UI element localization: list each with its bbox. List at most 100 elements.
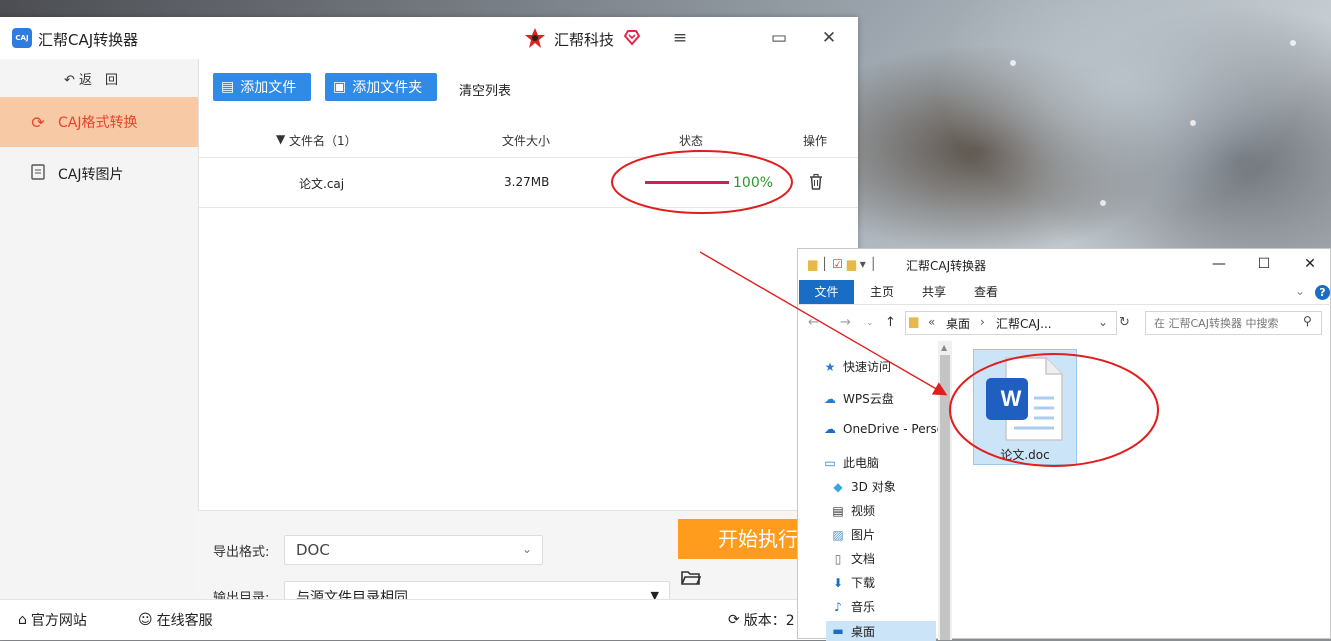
nav-item-label: 3D 对象: [851, 480, 896, 494]
up-arrow-icon[interactable]: ↑: [885, 315, 896, 330]
nav-item-onedrive[interactable]: ☁ OneDrive - Perso: [822, 422, 944, 436]
file-item-doc[interactable]: W 论文.doc: [973, 349, 1077, 465]
close-button[interactable]: ✕: [818, 27, 840, 49]
add-file-label: 添加文件: [240, 80, 297, 96]
refresh-icon: ⟳: [728, 612, 740, 628]
breadcrumb-overflow[interactable]: «: [928, 315, 935, 329]
explorer-title: 汇帮CAJ转换器: [906, 259, 987, 273]
add-file-icon: ▤: [221, 79, 235, 95]
nav-item-this-pc[interactable]: ▭ 此电脑: [822, 454, 879, 471]
new-folder-icon[interactable]: ▆: [847, 257, 856, 271]
minimize-button[interactable]: —: [1204, 253, 1234, 275]
menu-icon[interactable]: ≡: [669, 27, 691, 49]
sidebar-item-caj-to-image[interactable]: CAJ转图片: [0, 149, 198, 199]
search-icon[interactable]: ⚲: [1303, 314, 1312, 328]
official-website-link[interactable]: ⌂ 官方网站: [18, 610, 87, 630]
scroll-up-icon[interactable]: ▲: [941, 343, 947, 352]
address-bar[interactable]: ▆ « 桌面 › 汇帮CAJ... ⌄: [905, 311, 1117, 335]
clear-list-button[interactable]: 清空列表: [459, 80, 511, 99]
sidebar-item-label: CAJ转图片: [58, 167, 124, 183]
title-bar[interactable]: CAJ 汇帮CAJ转换器 汇帮科技 ≡ ▭ ✕: [0, 17, 858, 59]
nav-item-label: 图片: [851, 528, 876, 542]
heart-diamond-icon[interactable]: [623, 28, 641, 46]
nav-item-label: 下载: [851, 576, 876, 590]
search-input[interactable]: 在 汇帮CAJ转换器 中搜索 ⚲: [1145, 311, 1322, 335]
computer-icon: ▭: [824, 455, 836, 470]
quick-access-toolbar[interactable]: ▆ │ ☑ ▆ ▾ │: [808, 257, 877, 271]
online-support-link[interactable]: ☺ 在线客服: [138, 610, 213, 630]
expand-ribbon-icon[interactable]: ⌄: [1295, 284, 1305, 298]
nav-item-3d-objects[interactable]: ◆ 3D 对象: [830, 478, 896, 495]
column-name[interactable]: 文件名（1）: [289, 132, 357, 149]
sidebar-item-caj-convert[interactable]: ⟳ CAJ格式转换: [0, 97, 198, 147]
support-label: 在线客服: [156, 613, 213, 629]
column-action: 操作: [803, 134, 828, 148]
table-row[interactable]: 论文.caj 3.27MB 100%: [198, 158, 858, 208]
cloud-icon: ☁: [824, 391, 836, 406]
explorer-title-bar[interactable]: ▆ │ ☑ ▆ ▾ │ 汇帮CAJ转换器 — ☐ ✕: [798, 249, 1331, 279]
app-title: 汇帮CAJ转换器: [38, 31, 139, 49]
nav-item-documents[interactable]: ▯ 文档: [830, 550, 875, 567]
onedrive-icon: ☁: [824, 422, 836, 436]
sort-arrow-icon[interactable]: ▼: [276, 132, 285, 146]
column-status: 状态: [679, 134, 704, 148]
tab-view[interactable]: 查看: [968, 280, 1004, 304]
format-label: 导出格式:: [213, 545, 270, 560]
breadcrumb-desktop[interactable]: 桌面: [946, 315, 970, 332]
document-icon: [28, 164, 48, 184]
star-icon: ★: [824, 359, 836, 374]
refresh-icon[interactable]: ↻: [1119, 315, 1130, 330]
file-name: 论文.caj: [299, 177, 345, 191]
version-info[interactable]: ⟳ 版本：2: [728, 610, 795, 630]
refresh-icon: ⟳: [31, 112, 45, 132]
tab-file[interactable]: 文件: [799, 280, 854, 304]
folder-icon: ▆: [808, 257, 818, 271]
maximize-button[interactable]: ▭: [768, 27, 790, 49]
back-arrow-icon: ↶: [64, 73, 80, 88]
nav-item-pictures[interactable]: ▨ 图片: [830, 526, 875, 543]
chevron-down-icon: ⌄: [521, 542, 532, 556]
nav-item-label: OneDrive - Perso: [843, 422, 945, 436]
snow-flake: [1190, 120, 1196, 126]
progress-fill: [645, 181, 729, 184]
recent-locations-icon[interactable]: ⌄: [866, 318, 874, 328]
column-size: 文件大小: [502, 134, 551, 148]
forward-arrow-icon[interactable]: →: [840, 315, 851, 330]
add-folder-button[interactable]: ▣ 添加文件夹: [325, 73, 437, 101]
tab-home[interactable]: 主页: [864, 280, 900, 304]
open-folder-icon[interactable]: [681, 570, 701, 586]
trash-icon[interactable]: [808, 173, 824, 191]
close-button[interactable]: ✕: [1295, 253, 1325, 275]
snow-flake: [1100, 200, 1106, 206]
nav-item-label: 音乐: [851, 600, 876, 614]
nav-item-desktop[interactable]: ▬ 桌面: [826, 621, 936, 641]
snow-flake: [1290, 40, 1296, 46]
tab-share[interactable]: 共享: [916, 280, 952, 304]
add-file-button[interactable]: ▤ 添加文件: [213, 73, 311, 101]
format-select[interactable]: DOC ⌄: [284, 535, 543, 565]
back-arrow-icon[interactable]: ←: [808, 315, 819, 330]
desktop-icon: ▬: [832, 624, 844, 638]
nav-scrollbar[interactable]: ▲: [938, 341, 952, 640]
brand-logo-icon: [525, 28, 545, 48]
nav-item-videos[interactable]: ▤ 视频: [830, 502, 875, 519]
document-icon: ▯: [834, 551, 842, 566]
back-button[interactable]: ↶ 返 回: [64, 69, 118, 88]
address-row: ← → ⌄ ↑ ▆ « 桌面 › 汇帮CAJ... ⌄ ↻ 在 汇帮CAJ转换器…: [798, 309, 1331, 337]
file-size: 3.27MB: [504, 175, 550, 189]
chevron-down-icon[interactable]: ⌄: [1098, 315, 1108, 329]
scrollbar-thumb[interactable]: [940, 355, 950, 640]
format-value: DOC: [296, 541, 330, 559]
nav-item-music[interactable]: ♪ 音乐: [830, 598, 875, 615]
nav-item-wps-cloud[interactable]: ☁ WPS云盘: [822, 390, 894, 407]
converter-window: CAJ 汇帮CAJ转换器 汇帮科技 ≡ ▭ ✕ ↶ 返 回 ⟳ CAJ格式转换 …: [0, 17, 858, 640]
breadcrumb-current[interactable]: 汇帮CAJ...: [996, 315, 1052, 332]
add-folder-icon: ▣: [333, 79, 347, 95]
maximize-button[interactable]: ☐: [1249, 253, 1279, 275]
properties-icon[interactable]: ☑: [832, 257, 843, 271]
help-icon[interactable]: ?: [1315, 285, 1330, 300]
file-explorer-window: ▆ │ ☑ ▆ ▾ │ 汇帮CAJ转换器 — ☐ ✕ 文件 主页 共享 查看 ⌄…: [797, 248, 1331, 641]
chevron-down-icon[interactable]: ▾: [860, 257, 866, 271]
nav-item-quick-access[interactable]: ★ 快速访问: [822, 358, 891, 375]
nav-item-downloads[interactable]: ⬇ 下载: [830, 574, 875, 591]
